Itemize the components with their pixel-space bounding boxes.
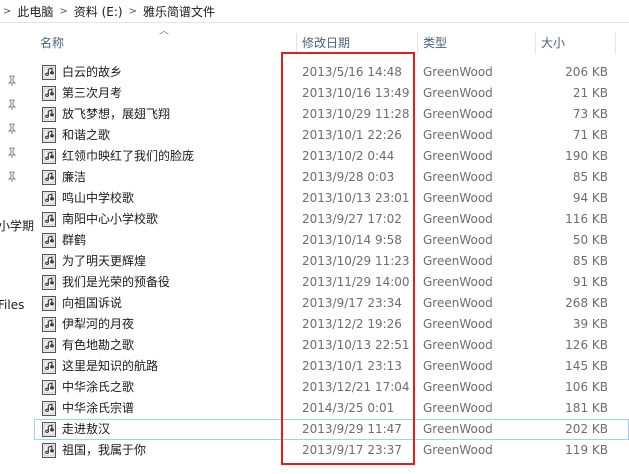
file-size: 119 KB [565, 443, 608, 457]
greenwood-file-icon [42, 317, 56, 332]
file-name[interactable]: 红领巾映红了我们的脸庞 [62, 146, 194, 167]
nav-item-label[interactable]: Files [0, 298, 24, 312]
file-name[interactable]: 为了明天更辉煌 [62, 251, 146, 272]
file-size: 116 KB [565, 212, 608, 226]
file-size: 21 KB [572, 86, 608, 100]
file-name[interactable]: 廉洁 [62, 167, 86, 188]
file-name[interactable]: 中华涂氏宗谱 [62, 398, 134, 419]
file-size: 268 KB [565, 296, 608, 310]
file-name[interactable]: 放飞梦想，展翅飞翔 [62, 104, 170, 125]
pin-icon[interactable] [6, 147, 18, 159]
file-type: GreenWood [423, 359, 493, 373]
file-size: 39 KB [572, 317, 608, 331]
greenwood-file-icon [42, 233, 56, 248]
file-type: GreenWood [423, 128, 493, 142]
greenwood-file-icon [42, 149, 56, 164]
file-type: GreenWood [423, 401, 493, 415]
file-size: 91 KB [572, 275, 608, 289]
file-size: 106 KB [565, 380, 608, 394]
greenwood-file-icon [42, 212, 56, 227]
nav-item-label[interactable]: 小学期 [0, 217, 34, 234]
breadcrumb-label[interactable]: 此电脑 [17, 3, 53, 20]
column-header-size[interactable]: 大小 [535, 30, 615, 56]
file-size: 71 KB [572, 128, 608, 142]
file-type: GreenWood [423, 233, 493, 247]
file-type: GreenWood [423, 296, 493, 310]
greenwood-file-icon [42, 359, 56, 374]
file-size: 145 KB [565, 359, 608, 373]
greenwood-file-icon [42, 191, 56, 206]
greenwood-file-icon [42, 65, 56, 80]
file-type: GreenWood [423, 338, 493, 352]
file-name[interactable]: 祖国，我属于你 [62, 440, 146, 461]
file-type: GreenWood [423, 65, 493, 79]
pin-icon[interactable] [6, 75, 18, 87]
pin-icon[interactable] [6, 123, 18, 135]
breadcrumb-label[interactable]: 资料 (E:) [74, 3, 123, 20]
file-type: GreenWood [423, 191, 493, 205]
column-header-type[interactable]: 类型 [417, 30, 535, 56]
column-divider[interactable] [615, 32, 616, 54]
chevron-right-icon[interactable]: > [123, 6, 143, 17]
file-type: GreenWood [423, 254, 493, 268]
file-size: 85 KB [572, 254, 608, 268]
greenwood-file-icon [42, 254, 56, 269]
file-size: 50 KB [572, 233, 608, 247]
file-type: GreenWood [423, 317, 493, 331]
breadcrumb-item-this-pc[interactable]: > 此电脑 [0, 0, 53, 22]
greenwood-file-icon [42, 128, 56, 143]
greenwood-file-icon [42, 107, 56, 122]
file-name[interactable]: 我们是光荣的预备役 [62, 272, 170, 293]
file-name[interactable]: 南阳中心小学校歌 [62, 209, 158, 230]
greenwood-file-icon [42, 443, 56, 458]
file-name[interactable]: 伊犁河的月夜 [62, 314, 134, 335]
file-name[interactable]: 白云的故乡 [62, 62, 122, 83]
file-name[interactable]: 走进敖汉 [62, 419, 110, 440]
file-name[interactable]: 向祖国诉说 [62, 293, 122, 314]
greenwood-file-icon [42, 422, 56, 437]
highlight-box [281, 52, 415, 465]
file-size: 181 KB [565, 401, 608, 415]
file-size: 73 KB [572, 107, 608, 121]
navigation-pane: 小学期 Files [0, 23, 34, 474]
file-type: GreenWood [423, 275, 493, 289]
file-size: 94 KB [572, 191, 608, 205]
greenwood-file-icon [42, 296, 56, 311]
greenwood-file-icon [42, 401, 56, 416]
greenwood-file-icon [42, 338, 56, 353]
breadcrumb-label[interactable]: 雅乐简谱文件 [143, 3, 215, 20]
greenwood-file-icon [42, 170, 56, 185]
file-name[interactable]: 群鹤 [62, 230, 86, 251]
file-size: 190 KB [565, 149, 608, 163]
file-size: 206 KB [565, 65, 608, 79]
pin-icon[interactable] [6, 99, 18, 111]
greenwood-file-icon [42, 86, 56, 101]
file-type: GreenWood [423, 107, 493, 121]
breadcrumb: > 此电脑 > 资料 (E:) > 雅乐简谱文件 [0, 0, 629, 23]
file-type: GreenWood [423, 443, 493, 457]
file-name[interactable]: 这里是知识的航路 [62, 356, 158, 377]
file-name[interactable]: 第三次月考 [62, 83, 122, 104]
file-name[interactable]: 有色地勘之歌 [62, 335, 134, 356]
greenwood-file-icon [42, 380, 56, 395]
chevron-right-icon[interactable]: > [0, 6, 17, 17]
pin-icon[interactable] [6, 171, 18, 183]
file-type: GreenWood [423, 149, 493, 163]
column-header-name[interactable]: 名称 [34, 30, 296, 56]
breadcrumb-item-folder[interactable]: > 雅乐简谱文件 [123, 0, 215, 22]
file-type: GreenWood [423, 212, 493, 226]
greenwood-file-icon [42, 275, 56, 290]
chevron-right-icon[interactable]: > [53, 6, 73, 17]
file-type: GreenWood [423, 170, 493, 184]
file-size: 202 KB [565, 422, 608, 436]
file-size: 85 KB [572, 170, 608, 184]
file-type: GreenWood [423, 422, 493, 436]
file-name[interactable]: 中华涂氏之歌 [62, 377, 134, 398]
file-type: GreenWood [423, 380, 493, 394]
file-name[interactable]: 和谐之歌 [62, 125, 110, 146]
file-type: GreenWood [423, 86, 493, 100]
breadcrumb-item-drive[interactable]: > 资料 (E:) [53, 0, 122, 22]
file-size: 126 KB [565, 338, 608, 352]
file-name[interactable]: 鸣山中学校歌 [62, 188, 134, 209]
